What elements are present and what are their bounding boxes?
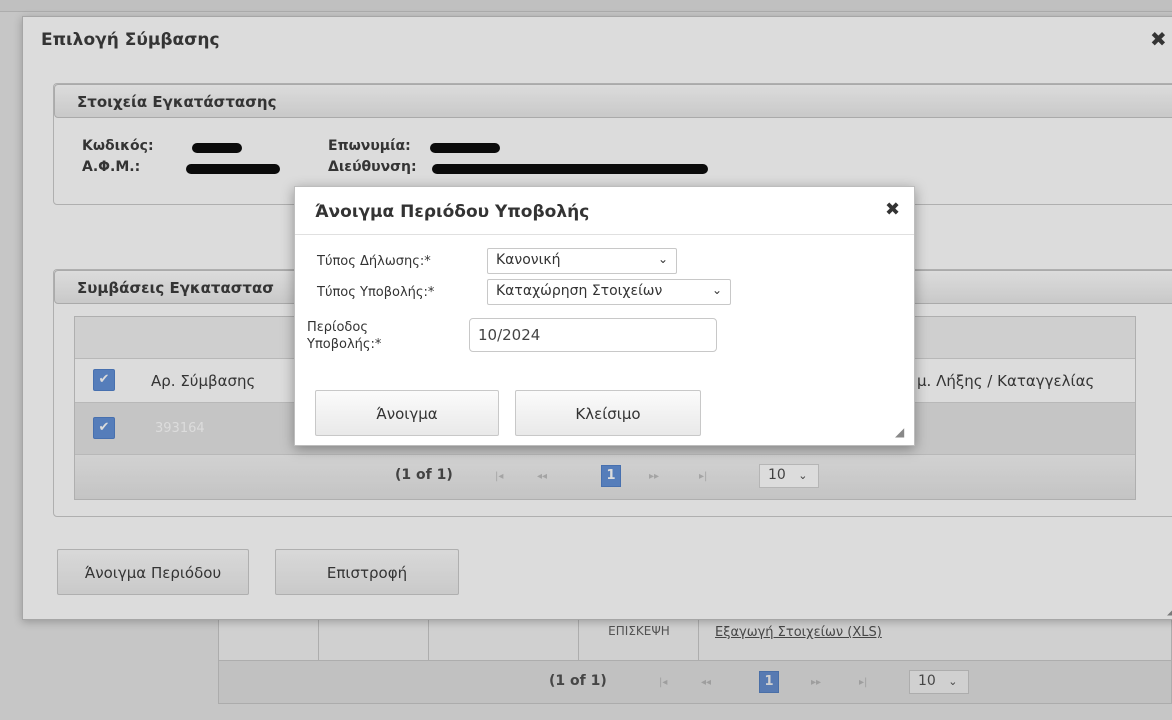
resize-grip-icon[interactable]: ◢ <box>895 425 904 439</box>
close-icon[interactable]: ✖ <box>885 199 900 220</box>
submission-type-select[interactable]: Καταχώρηση Στοιχείων ⌄ <box>487 279 731 305</box>
submission-period-input[interactable] <box>469 318 717 352</box>
modal-title: Άνοιγμα Περιόδου Υποβολής <box>315 202 590 222</box>
period-label-line2: Υποβολής:* <box>307 337 382 352</box>
declaration-type-label: Τύπος Δήλωσης:* <box>317 254 431 269</box>
submission-type-label: Τύπος Υποβολής:* <box>317 285 435 300</box>
open-button[interactable]: Άνοιγμα <box>315 390 499 436</box>
chevron-down-icon: ⌄ <box>711 283 722 297</box>
declaration-type-value: Κανονική <box>496 252 561 268</box>
declaration-type-select[interactable]: Κανονική ⌄ <box>487 248 677 274</box>
close-modal-button[interactable]: Κλείσιμο <box>515 390 701 436</box>
period-label-line1: Περίοδος <box>307 320 368 335</box>
chevron-down-icon: ⌄ <box>657 252 668 266</box>
open-submission-period-modal: Άνοιγμα Περιόδου Υποβολής ✖ Τύπος Δήλωση… <box>294 186 915 446</box>
submission-type-value: Καταχώρηση Στοιχείων <box>496 283 663 299</box>
modal-header: Άνοιγμα Περιόδου Υποβολής ✖ <box>295 187 914 235</box>
